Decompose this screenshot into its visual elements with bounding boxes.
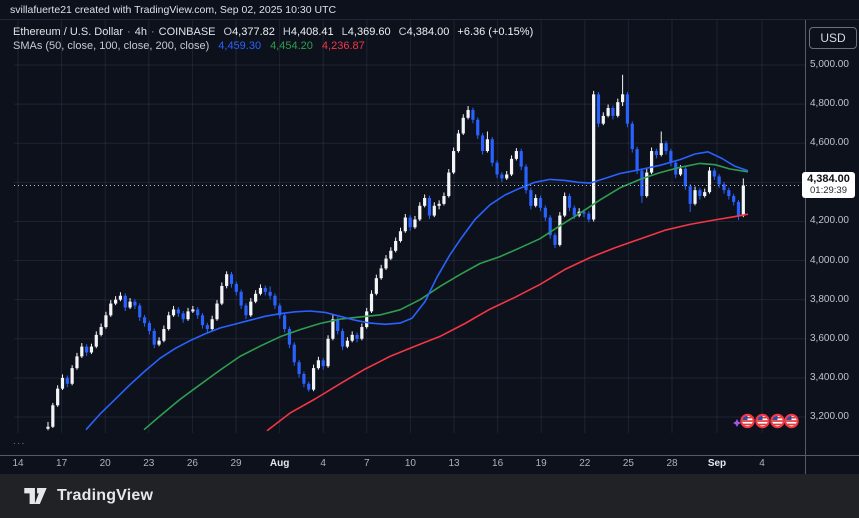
- separator: ·: [127, 26, 131, 38]
- chart-legend[interactable]: Ethereum / U.S. Dollar·4h·COINBASEO4,377…: [13, 25, 533, 53]
- symbol-title: Ethereum / U.S. Dollar: [13, 26, 123, 38]
- time-axis-label: 13: [448, 458, 459, 469]
- price-axis-border: [805, 20, 806, 474]
- currency-toggle-button[interactable]: USD: [809, 27, 857, 49]
- sma-row: SMAs (50, close, 100, close, 200, close)…: [13, 39, 533, 53]
- sma-lines-layer: [86, 152, 748, 431]
- us-flag-event-icon[interactable]: [756, 415, 768, 427]
- exchange-label: COINBASE: [159, 26, 216, 38]
- sma-line: [86, 152, 748, 430]
- ohlc-item: O4,377.82: [224, 26, 275, 38]
- last-price-value: 4,384.00: [802, 173, 855, 185]
- price-tick-label: 3,800.00: [810, 294, 849, 305]
- time-axis-label: Aug: [270, 458, 289, 469]
- time-axis-label: 19: [536, 458, 547, 469]
- time-axis-label: 29: [230, 458, 241, 469]
- sma-values: 4,459.30 4,454.20 4,236.87: [209, 40, 364, 52]
- price-tick-label: 4,200.00: [810, 215, 849, 226]
- ohlc-item: H4,408.41: [283, 26, 334, 38]
- ohlc-item: L4,369.60: [342, 26, 391, 38]
- time-axis-label: 26: [187, 458, 198, 469]
- timescale-overflow-indicator[interactable]: ...: [13, 436, 26, 447]
- ohlc-values: O4,377.82 H4,408.41 L4,369.60 C4,384.00: [216, 26, 450, 38]
- price-tick-label: 3,200.00: [810, 411, 849, 422]
- time-axis-label: 14: [12, 458, 23, 469]
- tradingview-snapshot: svillafuerte21 created with TradingView.…: [0, 0, 859, 518]
- tradingview-logo-text: TradingView: [57, 487, 153, 505]
- attribution-text: svillafuerte21 created with TradingView.…: [10, 4, 336, 16]
- ohlc-item: C4,384.00: [399, 26, 450, 38]
- separator: ·: [151, 26, 155, 38]
- change-value: +6.36 (+0.15%): [457, 26, 533, 38]
- time-axis-label: 4: [320, 458, 326, 469]
- sma-line: [144, 163, 748, 429]
- event-marker-icon[interactable]: [733, 419, 741, 427]
- economic-events-layer: [733, 415, 798, 427]
- candles-layer: [46, 75, 745, 431]
- time-axis-label: 16: [492, 458, 503, 469]
- time-axis-label: 20: [100, 458, 111, 469]
- time-axis-label: 7: [364, 458, 370, 469]
- price-tick-label: 4,000.00: [810, 255, 849, 266]
- price-tick-label: 3,400.00: [810, 372, 849, 383]
- time-axis-label: Sep: [708, 458, 726, 469]
- time-axis-label: 28: [666, 458, 677, 469]
- attribution-bar: svillafuerte21 created with TradingView.…: [0, 0, 859, 20]
- us-flag-event-icon[interactable]: [785, 415, 797, 427]
- us-flag-event-icon[interactable]: [771, 415, 783, 427]
- time-axis-label: 17: [56, 458, 67, 469]
- time-axis-label: 4: [759, 458, 765, 469]
- time-axis-label: 23: [143, 458, 154, 469]
- us-flag-event-icon[interactable]: [741, 415, 753, 427]
- sma-study-label: SMAs (50, close, 100, close, 200, close): [13, 40, 209, 52]
- price-axis[interactable]: 5,000.004,800.004,600.004,400.004,200.00…: [806, 20, 859, 455]
- tradingview-logo[interactable]: TradingView: [24, 487, 153, 505]
- sma-value: 4,236.87: [322, 40, 365, 52]
- price-tick-label: 4,600.00: [810, 137, 849, 148]
- interval-label: 4h: [135, 26, 147, 38]
- last-price-label[interactable]: 4,384.00 01:29:39: [802, 172, 855, 198]
- price-tick-label: 4,800.00: [810, 98, 849, 109]
- time-axis-label: 25: [623, 458, 634, 469]
- sma-value: 4,459.30: [218, 40, 261, 52]
- price-tick-label: 5,000.00: [810, 59, 849, 70]
- time-axis-label: 10: [405, 458, 416, 469]
- symbol-row: Ethereum / U.S. Dollar·4h·COINBASEO4,377…: [13, 25, 533, 39]
- price-tick-label: 3,600.00: [810, 333, 849, 344]
- tradingview-logo-icon: [24, 488, 48, 504]
- chart-plot[interactable]: [0, 0, 859, 518]
- time-axis-label: 22: [579, 458, 590, 469]
- footer-bar: TradingView: [0, 474, 859, 518]
- sma-value: 4,454.20: [270, 40, 313, 52]
- bar-countdown: 01:29:39: [802, 185, 855, 196]
- time-axis[interactable]: 14 17 20 23 26 29 Aug 4 7 10 13 16 19 22 25 28 Sep 4: [0, 455, 859, 474]
